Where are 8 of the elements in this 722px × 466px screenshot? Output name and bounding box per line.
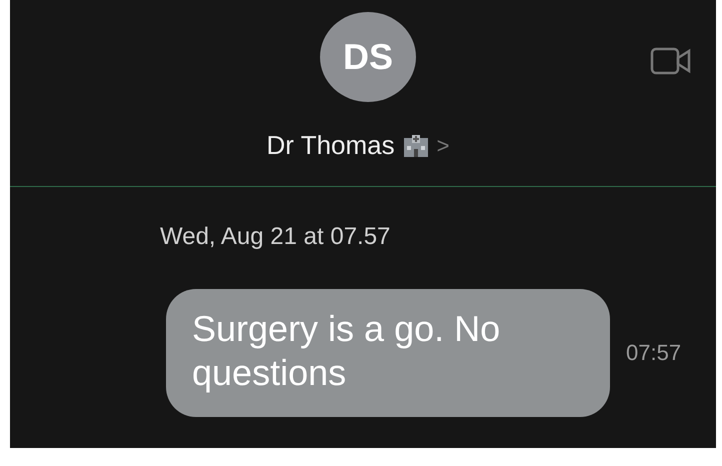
hospital-icon [402, 134, 429, 158]
chevron[interactable]: > [436, 132, 450, 158]
video-camera-icon[interactable] [650, 46, 692, 76]
message-bubble: Surgery is a go. No questions [166, 289, 610, 417]
date-label: Wed, Aug 21 at 07.57 [160, 223, 390, 250]
message-time: 07:57 [626, 340, 682, 366]
contact-avatar[interactable]: DS [320, 12, 416, 102]
contact-name[interactable]: Dr Thomas [266, 130, 395, 161]
